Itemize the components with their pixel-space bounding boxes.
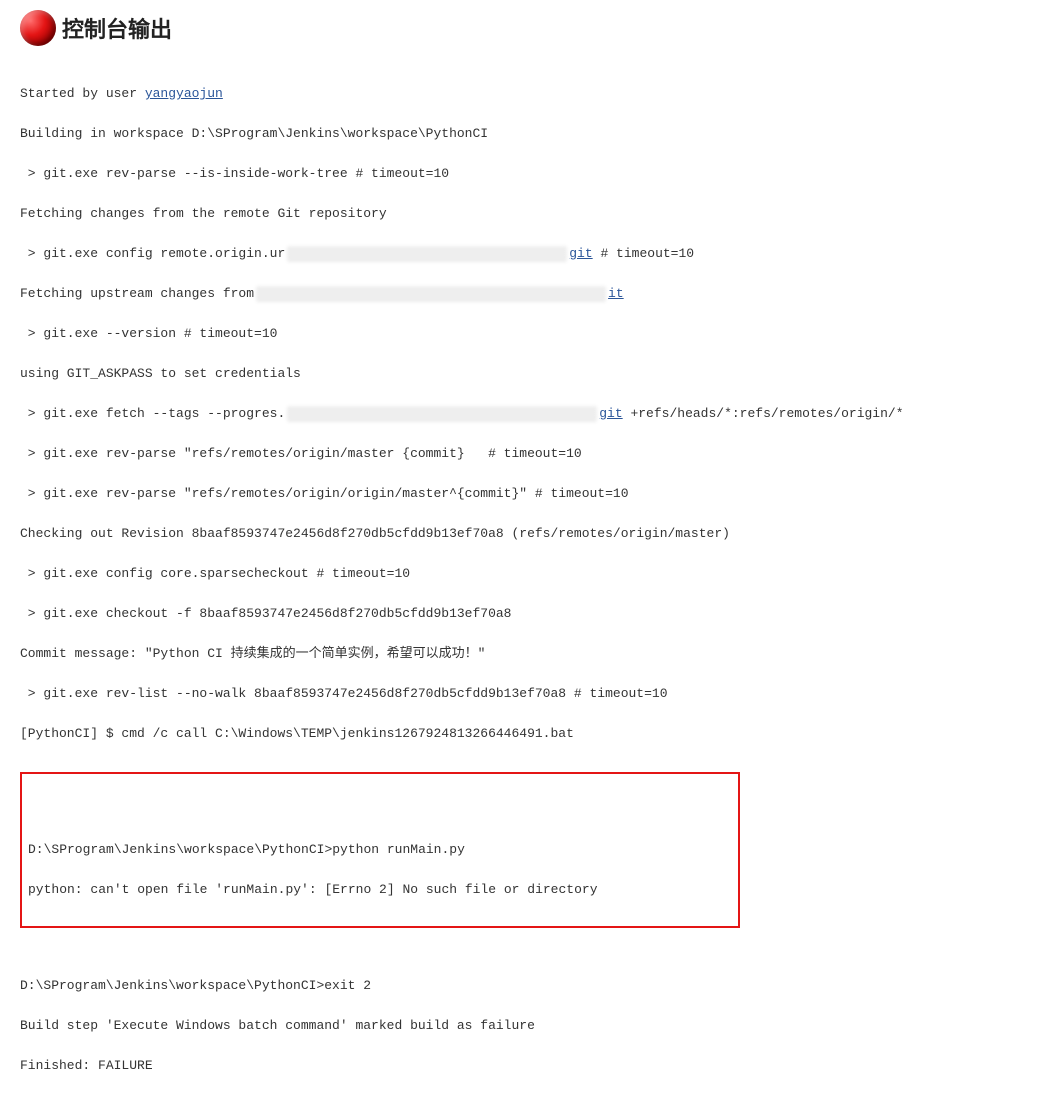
console-line: using GIT_ASKPASS to set credentials (20, 364, 1019, 384)
console-line: Started by user yangyaojun (20, 84, 1019, 104)
console-line: > git.exe rev-list --no-walk 8baaf859374… (20, 684, 1019, 704)
text-fragment: # timeout=10 (593, 244, 694, 264)
console-output: Started by user yangyaojun Building in w… (20, 64, 1019, 1096)
console-line: > git.exe rev-parse "refs/remotes/origin… (20, 484, 1019, 504)
text-fragment: > git.exe config remote.origin.ur (20, 244, 285, 264)
git-suffix-link[interactable]: it (608, 284, 624, 304)
console-title: 控制台输出 (62, 12, 172, 44)
git-suffix-link[interactable]: git (569, 244, 592, 264)
console-line: Finished: FAILURE (20, 1056, 1019, 1076)
console-line: Fetching upstream changes from it (20, 284, 1019, 304)
redacted-block (287, 246, 567, 262)
console-line: Build step 'Execute Windows batch comman… (20, 1016, 1019, 1036)
console-line: D:\SProgram\Jenkins\workspace\PythonCI>e… (20, 976, 1019, 996)
console-line: [PythonCI] $ cmd /c call C:\Windows\TEMP… (20, 724, 1019, 744)
git-suffix-link[interactable]: git (599, 404, 622, 424)
error-highlight-box: D:\SProgram\Jenkins\workspace\PythonCI>p… (20, 772, 740, 928)
blank-line (20, 936, 1019, 956)
console-line: D:\SProgram\Jenkins\workspace\PythonCI>p… (28, 840, 732, 860)
build-fail-icon (20, 10, 56, 46)
text-fragment: > git.exe rev-parse "refs/remotes/origin… (20, 444, 582, 464)
console-line: > git.exe fetch --tags --progres. git +re… (20, 404, 1019, 424)
console-line: Fetching changes from the remote Git rep… (20, 204, 1019, 224)
console-header: 控制台输出 (20, 10, 1019, 46)
text-fragment: > git.exe fetch --tags --progres. (20, 404, 285, 424)
console-line: Commit message: "Python CI 持续集成的一个简单实例，希… (20, 644, 1019, 664)
console-line: > git.exe --version # timeout=10 (20, 324, 1019, 344)
blank-line (28, 800, 732, 820)
console-line: Checking out Revision 8baaf8593747e2456d… (20, 524, 1019, 544)
console-line: > git.exe config core.sparsecheckout # t… (20, 564, 1019, 584)
started-by-prefix: Started by user (20, 84, 145, 104)
console-line: python: can't open file 'runMain.py': [E… (28, 880, 732, 900)
console-line: > git.exe checkout -f 8baaf8593747e2456d… (20, 604, 1019, 624)
console-line: > git.exe rev-parse --is-inside-work-tre… (20, 164, 1019, 184)
console-line: > git.exe rev-parse "refs/remotes/origin… (20, 444, 1019, 464)
text-fragment: +refs/heads/*:refs/remotes/origin/* (623, 404, 904, 424)
redacted-block (256, 286, 606, 302)
user-link[interactable]: yangyaojun (145, 84, 223, 104)
redacted-block (287, 406, 597, 422)
console-line: Building in workspace D:\SProgram\Jenkin… (20, 124, 1019, 144)
text-fragment: Fetching upstream changes from (20, 284, 254, 304)
console-line: > git.exe config remote.origin.ur git # t… (20, 244, 1019, 264)
